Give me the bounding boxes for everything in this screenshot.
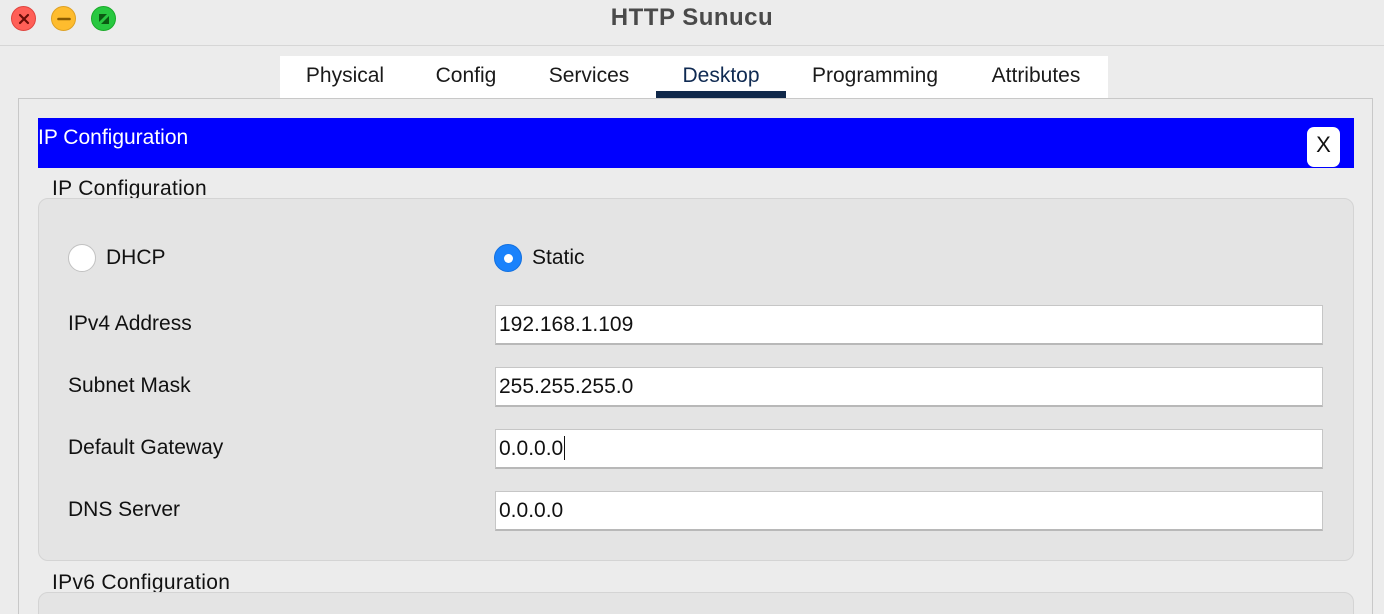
static-radio[interactable] — [494, 244, 522, 272]
default-gateway-label: Default Gateway — [68, 436, 224, 459]
ipv4-address-label: IPv4 Address — [68, 312, 192, 335]
ipv4-address-value: 192.168.1.109 — [499, 313, 634, 336]
window-title: HTTP Sunucu — [610, 4, 774, 31]
text-caret — [564, 435, 566, 460]
app-title: IP Configuration — [38, 126, 189, 149]
title-bar: HTTP Sunucu — [0, 0, 1384, 46]
tab-attributes[interactable]: Attributes — [964, 56, 1108, 98]
dns-server-input[interactable]: 0.0.0.0 — [495, 491, 1323, 531]
dhcp-radio-label[interactable]: DHCP — [106, 246, 166, 270]
subnet-mask-value: 255.255.255.0 — [499, 375, 634, 398]
tab-physical[interactable]: Physical — [280, 56, 410, 98]
static-radio-label[interactable]: Static — [532, 246, 585, 270]
tab-desktop[interactable]: Desktop — [656, 56, 786, 98]
subnet-mask-input[interactable]: 255.255.255.0 — [495, 367, 1323, 407]
tab-config[interactable]: Config — [410, 56, 522, 98]
dhcp-radio[interactable] — [68, 244, 96, 272]
default-gateway-value: 0.0.0.0 — [499, 437, 564, 460]
app-title-bar: IP Configuration — [38, 118, 1354, 168]
dns-server-label: DNS Server — [68, 498, 181, 521]
app-window: HTTP Sunucu Physical Config Services Des… — [0, 0, 1384, 614]
tab-bar: Physical Config Services Desktop Program… — [280, 56, 1108, 98]
tab-services[interactable]: Services — [522, 56, 656, 98]
close-app-button[interactable]: X — [1307, 127, 1340, 167]
default-gateway-input[interactable]: 0.0.0.0 — [495, 429, 1323, 469]
dns-server-value: 0.0.0.0 — [499, 499, 564, 522]
ipv6-config-panel — [38, 592, 1354, 614]
ipv4-address-input[interactable]: 192.168.1.109 — [495, 305, 1323, 345]
tab-programming[interactable]: Programming — [786, 56, 964, 98]
subnet-mask-label: Subnet Mask — [68, 374, 191, 397]
